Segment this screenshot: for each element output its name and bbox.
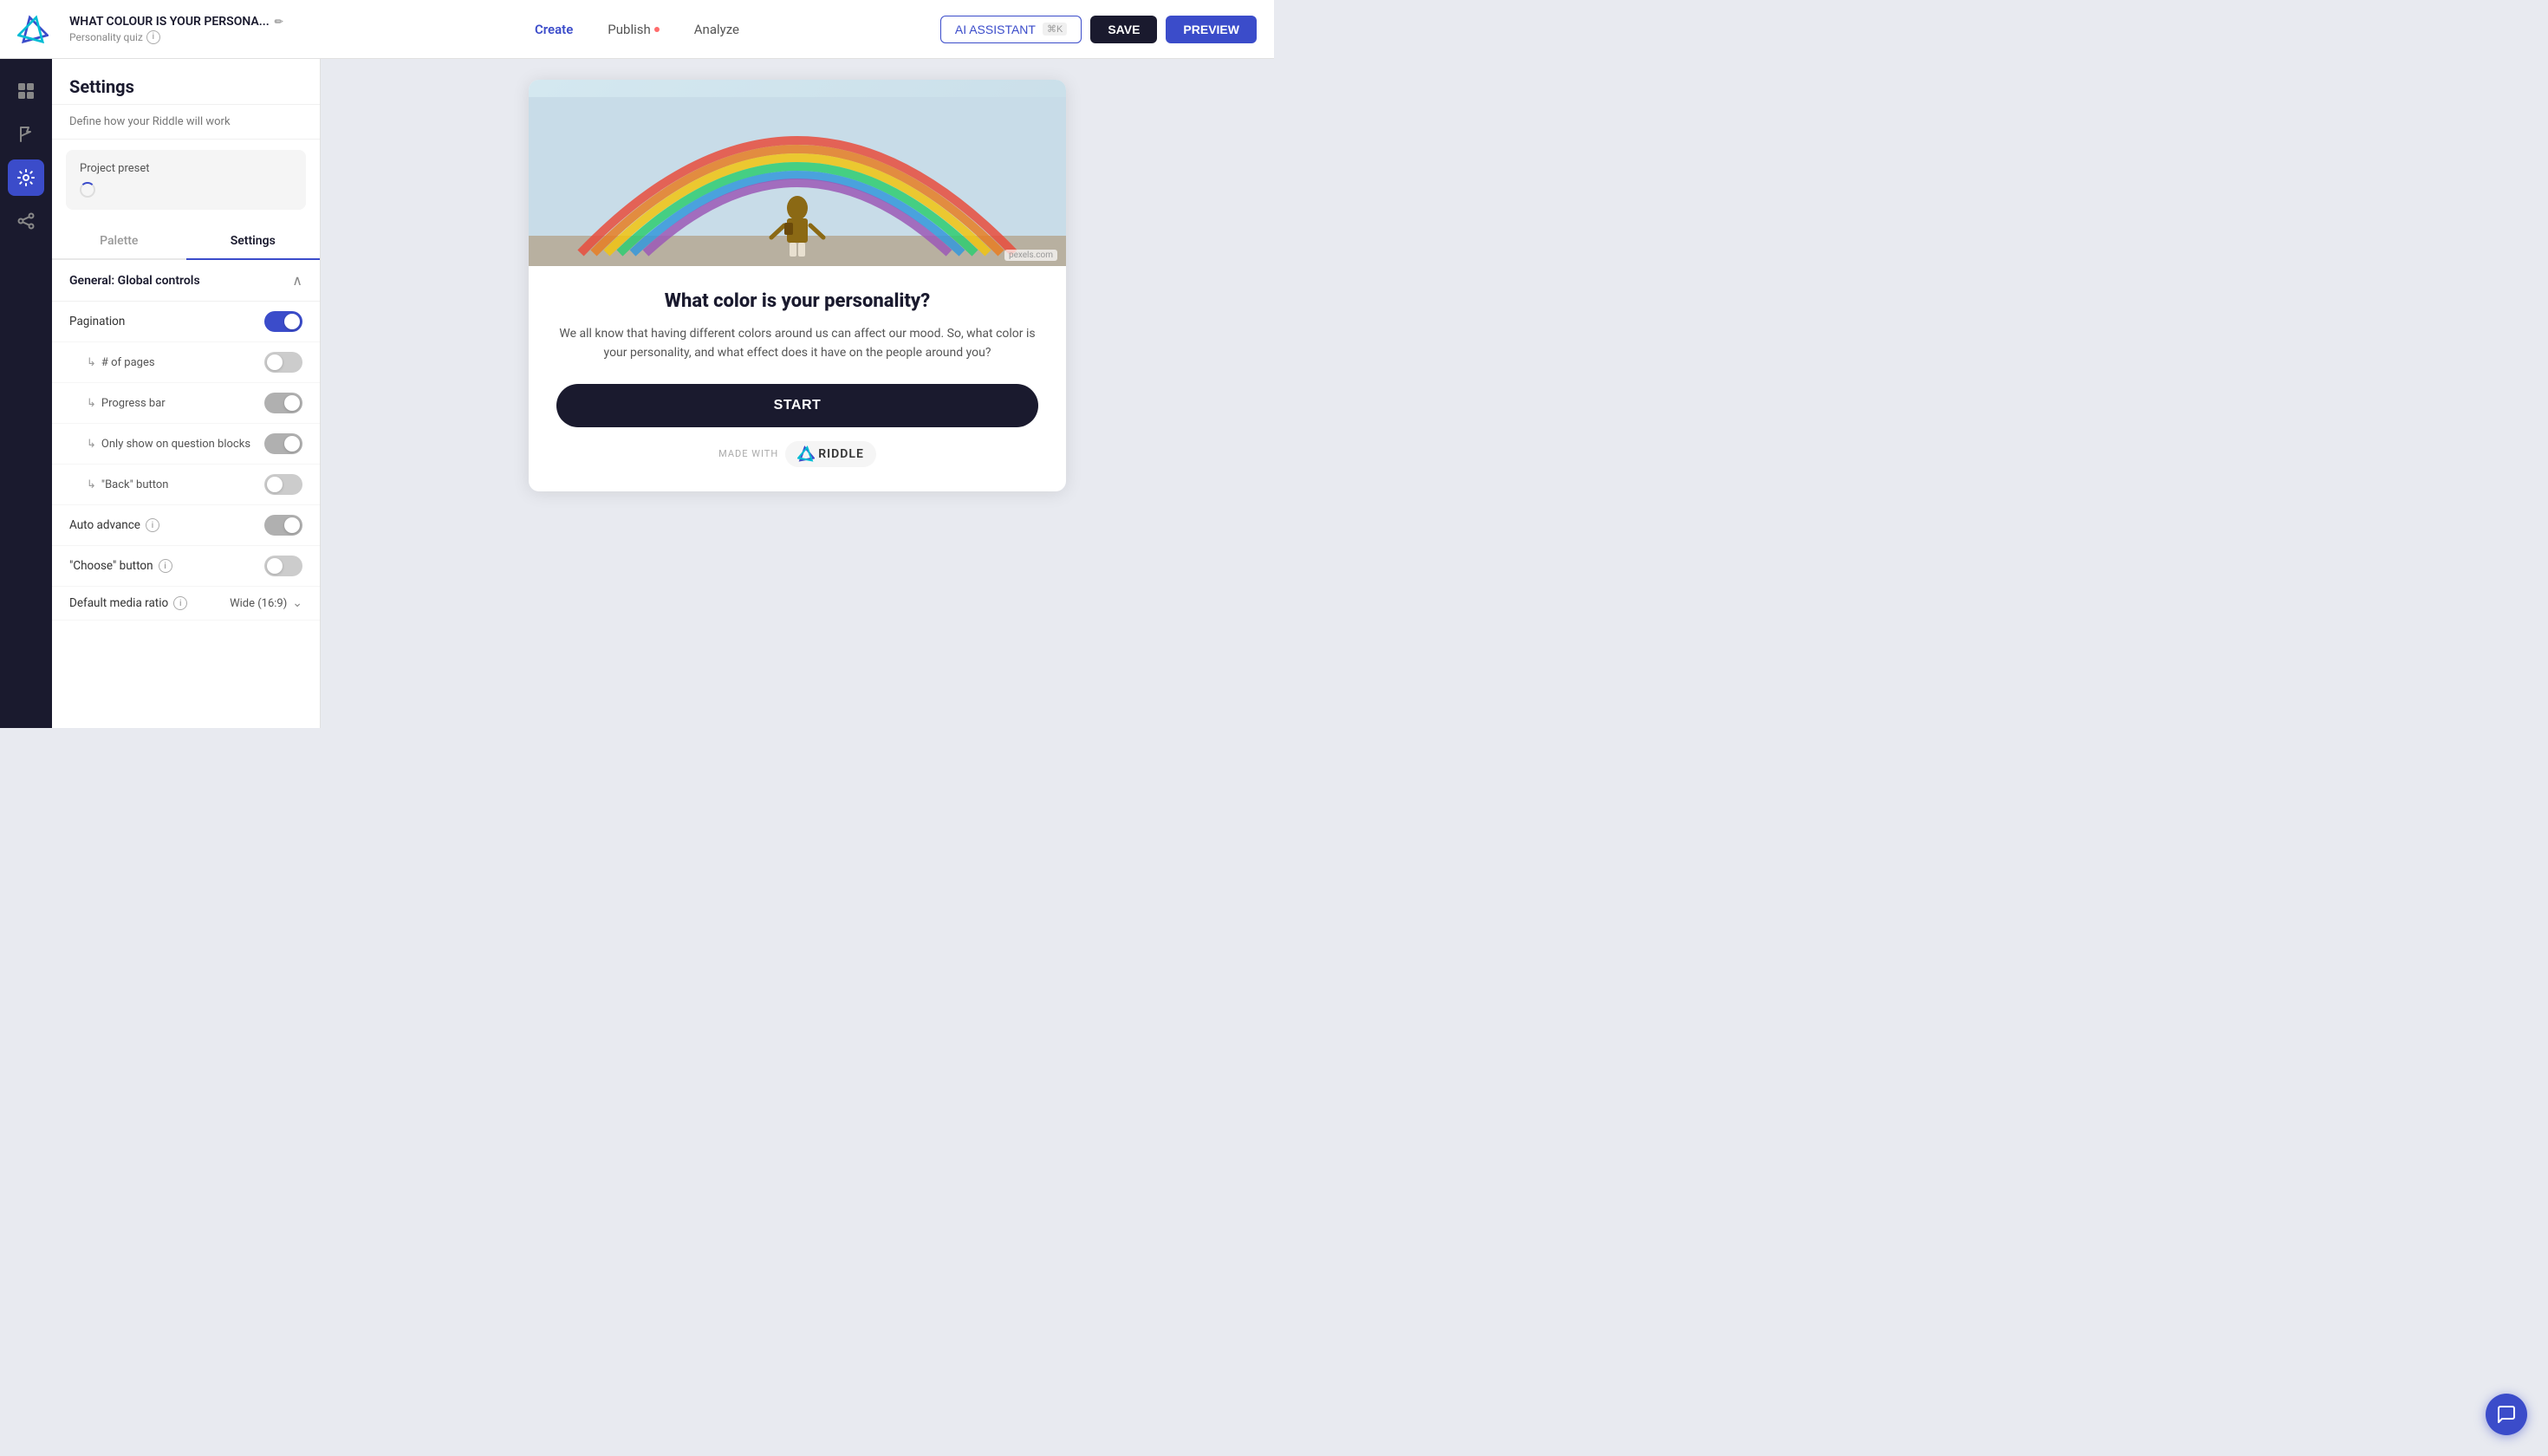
auto-advance-info-icon[interactable]: i xyxy=(146,518,159,532)
choose-button-toggle-slider xyxy=(264,556,302,576)
nav-analyze[interactable]: Analyze xyxy=(694,22,739,37)
top-actions: AI ASSISTANT ⌘K SAVE PREVIEW xyxy=(940,16,1257,43)
choose-button-info-icon[interactable]: i xyxy=(159,559,172,573)
only-questions-sub-arrow: ↳ xyxy=(87,438,96,451)
pages-toggle[interactable] xyxy=(264,352,302,373)
dropdown-chevron-icon: ⌄ xyxy=(292,596,302,610)
setting-progress: ↳ Progress bar xyxy=(52,383,320,424)
preview-area: pexels.com What color is your personalit… xyxy=(321,59,1274,728)
preview-button[interactable]: PREVIEW xyxy=(1166,16,1257,43)
top-navigation: WHAT COLOUR IS YOUR PERSONA... ✏ Persona… xyxy=(0,0,1274,59)
project-preset-label: Project preset xyxy=(80,162,292,175)
quiz-image: pexels.com xyxy=(529,80,1066,266)
ai-assistant-button[interactable]: AI ASSISTANT ⌘K xyxy=(940,16,1082,43)
back-button-label: ↳ "Back" button xyxy=(69,478,168,491)
section-global-controls[interactable]: General: Global controls ∧ xyxy=(52,260,320,302)
setting-auto-advance: Auto advance i xyxy=(52,505,320,546)
choose-button-toggle[interactable] xyxy=(264,556,302,576)
main-navigation: Create Publish Analyze xyxy=(535,22,739,37)
preset-loading xyxy=(80,182,292,198)
default-media-dropdown[interactable]: Wide (16:9) ⌄ xyxy=(230,596,302,610)
setting-pages: ↳ # of pages xyxy=(52,342,320,383)
sidebar-item-settings[interactable] xyxy=(8,159,44,196)
section-global-title: General: Global controls xyxy=(69,274,200,288)
auto-advance-toggle[interactable] xyxy=(264,515,302,536)
made-with: MADE WITH Riddle xyxy=(556,427,1038,471)
project-subtitle: Personality quiz i xyxy=(69,30,926,44)
progress-label: ↳ Progress bar xyxy=(69,397,166,410)
pagination-toggle-slider xyxy=(264,311,302,332)
back-button-sub-arrow: ↳ xyxy=(87,478,96,491)
sidebar-item-share[interactable] xyxy=(8,203,44,239)
project-preset-section: Project preset xyxy=(66,150,306,210)
settings-content: General: Global controls ∧ Pagination ↳ … xyxy=(52,260,320,728)
choose-button-label: "Choose" button i xyxy=(69,559,172,573)
nav-create[interactable]: Create xyxy=(535,22,573,37)
subtitle-info-icon[interactable]: i xyxy=(146,30,160,44)
setting-choose-button: "Choose" button i xyxy=(52,546,320,587)
logo[interactable] xyxy=(17,14,49,45)
pages-label: ↳ # of pages xyxy=(69,356,155,369)
only-questions-toggle-slider xyxy=(264,433,302,454)
quiz-title: What color is your personality? xyxy=(556,290,1038,312)
back-button-toggle-slider xyxy=(264,474,302,495)
auto-advance-toggle-slider xyxy=(264,515,302,536)
title-group: WHAT COLOUR IS YOUR PERSONA... ✏ Persona… xyxy=(69,15,926,44)
auto-advance-label: Auto advance i xyxy=(69,518,159,532)
setting-back-button: ↳ "Back" button xyxy=(52,465,320,505)
default-media-info-icon[interactable]: i xyxy=(173,596,187,610)
icon-sidebar xyxy=(0,59,52,728)
section-chevron-icon: ∧ xyxy=(292,272,302,289)
image-credit: pexels.com xyxy=(1004,250,1057,261)
chat-button[interactable] xyxy=(2486,1394,2527,1435)
progress-toggle-slider xyxy=(264,393,302,413)
setting-default-media: Default media ratio i Wide (16:9) ⌄ xyxy=(52,587,320,621)
tab-settings[interactable]: Settings xyxy=(186,224,321,260)
setting-pagination: Pagination xyxy=(52,302,320,342)
progress-sub-arrow: ↳ xyxy=(87,397,96,410)
only-questions-toggle[interactable] xyxy=(264,433,302,454)
pagination-toggle[interactable] xyxy=(264,311,302,332)
default-media-label: Default media ratio i xyxy=(69,596,187,610)
settings-description: Define how your Riddle will work xyxy=(52,105,320,140)
tab-palette[interactable]: Palette xyxy=(52,224,186,260)
quiz-description: We all know that having different colors… xyxy=(556,324,1038,363)
nav-publish[interactable]: Publish xyxy=(608,22,659,37)
setting-only-questions: ↳ Only show on question blocks xyxy=(52,424,320,465)
publish-dot xyxy=(654,27,660,32)
loading-spinner xyxy=(80,182,95,198)
pages-sub-arrow: ↳ xyxy=(87,356,96,369)
settings-tabs: Palette Settings xyxy=(52,224,320,260)
pages-toggle-slider xyxy=(264,352,302,373)
quiz-body: What color is your personality? We all k… xyxy=(529,266,1066,491)
back-button-toggle[interactable] xyxy=(264,474,302,495)
riddle-logo-icon xyxy=(797,445,815,463)
riddle-logo: Riddle xyxy=(785,441,876,467)
progress-toggle[interactable] xyxy=(264,393,302,413)
project-title: WHAT COLOUR IS YOUR PERSONA... ✏ xyxy=(69,15,926,29)
main-layout: Settings Define how your Riddle will wor… xyxy=(0,59,1274,728)
sidebar-item-flag[interactable] xyxy=(8,116,44,153)
sidebar-item-grid[interactable] xyxy=(8,73,44,109)
only-questions-label: ↳ Only show on question blocks xyxy=(69,438,250,451)
settings-panel: Settings Define how your Riddle will wor… xyxy=(52,59,321,728)
riddle-brand-text: Riddle xyxy=(818,447,864,461)
quiz-card: pexels.com What color is your personalit… xyxy=(529,80,1066,491)
start-button[interactable]: START xyxy=(556,384,1038,427)
edit-title-icon[interactable]: ✏ xyxy=(275,16,283,28)
save-button[interactable]: SAVE xyxy=(1090,16,1157,43)
pagination-label: Pagination xyxy=(69,315,125,328)
settings-title: Settings xyxy=(52,59,320,105)
